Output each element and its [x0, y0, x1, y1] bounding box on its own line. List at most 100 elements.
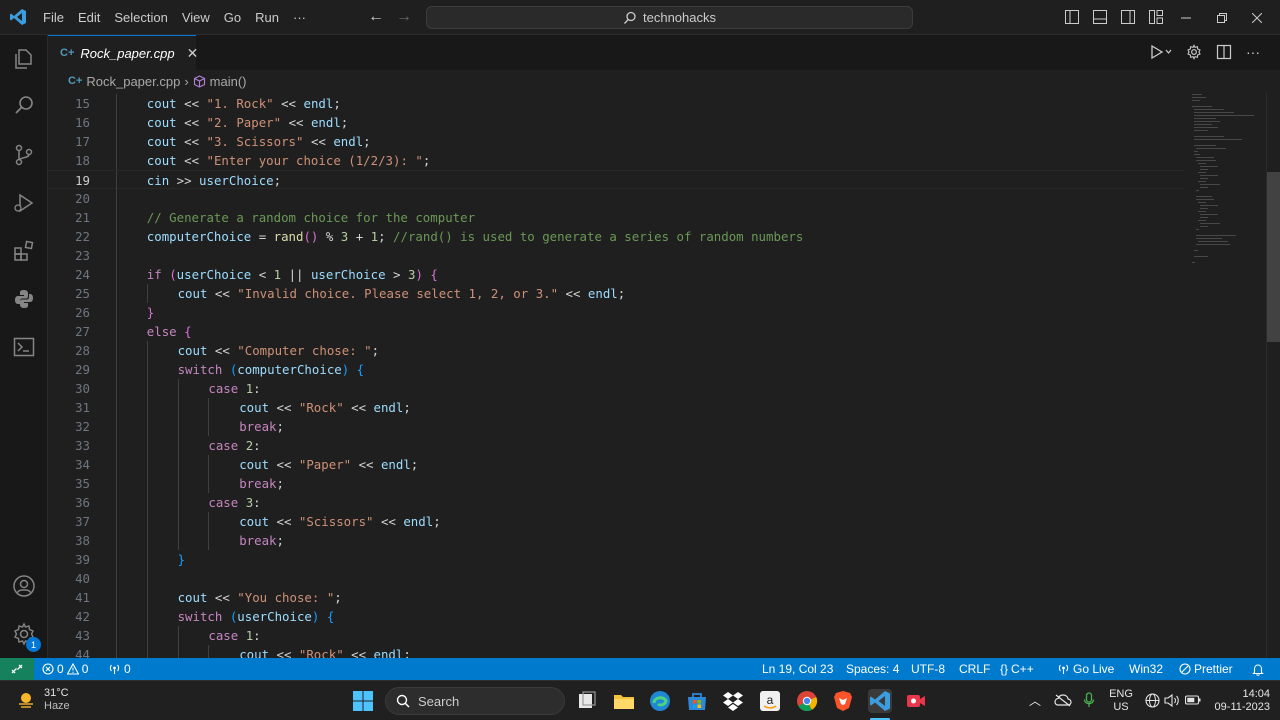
minimap[interactable]	[1188, 92, 1264, 658]
more-actions-icon[interactable]: ···	[1246, 44, 1260, 60]
file-explorer-icon[interactable]	[612, 689, 636, 713]
ports-indicator[interactable]: 0	[108, 658, 131, 680]
code-token: "You chose: "	[237, 590, 335, 605]
go-live-label: Go Live	[1073, 662, 1115, 676]
code-line[interactable]: 19 cin >> userChoice;	[48, 170, 1184, 190]
go-live-button[interactable]: Go Live	[1057, 658, 1114, 680]
extensions-icon[interactable]	[12, 239, 36, 263]
prettier-status[interactable]: Prettier	[1179, 658, 1233, 680]
code-line[interactable]: 38 break;	[48, 531, 1184, 550]
code-line[interactable]: 41 cout << "You chose: ";	[48, 588, 1184, 607]
explorer-icon[interactable]	[12, 47, 36, 71]
breadcrumb-file[interactable]: Rock_paper.cpp	[86, 74, 180, 89]
network-globe-icon[interactable]	[1145, 693, 1160, 708]
code-line[interactable]: 37 cout << "Scissors" << endl;	[48, 512, 1184, 531]
platform-indicator[interactable]: Win32	[1129, 658, 1163, 680]
clock[interactable]: 14:04 09-11-2023	[1208, 688, 1270, 714]
close-window-button[interactable]	[1234, 0, 1280, 35]
code-line[interactable]: 28 cout << "Computer chose: ";	[48, 341, 1184, 360]
input-language[interactable]: ENG US	[1108, 688, 1134, 714]
code-line[interactable]: 25 cout << "Invalid choice. Please select…	[48, 284, 1184, 303]
dropbox-icon[interactable]	[721, 689, 745, 713]
command-center-search[interactable]: technohacks	[426, 6, 913, 29]
code-line[interactable]: 32 break;	[48, 417, 1184, 436]
code-line[interactable]: 23	[48, 246, 1184, 265]
toggle-panel-icon[interactable]	[1092, 9, 1108, 25]
code-line[interactable]: 22 computerChoice = rand() % 3 + 1; //ran…	[48, 227, 1184, 246]
battery-icon[interactable]	[1185, 694, 1201, 706]
code-line[interactable]: 15 cout << "1. Rock" << endl;	[48, 94, 1184, 113]
chevron-up-icon[interactable]: ︿	[1029, 692, 1041, 709]
menu-more[interactable]: ···	[286, 0, 313, 35]
back-arrow-icon[interactable]: ←	[368, 8, 384, 26]
code-line[interactable]: 27 else {	[48, 322, 1184, 341]
customize-layout-icon[interactable]	[1148, 9, 1164, 25]
taskbar-search[interactable]: Search	[385, 687, 565, 715]
remote-indicator-button[interactable]	[0, 658, 34, 680]
terminal-panel-icon[interactable]	[12, 335, 36, 359]
menu-selection[interactable]: Selection	[107, 0, 174, 35]
toggle-primary-sidebar-icon[interactable]	[1064, 9, 1080, 25]
close-tab-icon[interactable]: ✕	[187, 45, 199, 62]
chrome-browser-icon[interactable]	[795, 689, 819, 713]
toggle-secondary-sidebar-icon[interactable]	[1120, 9, 1136, 25]
settings-gear-icon[interactable]	[1186, 44, 1202, 60]
volume-icon[interactable]	[1164, 693, 1180, 708]
code-line[interactable]: 20	[48, 189, 1184, 208]
weather-widget[interactable]: 31°C Haze	[16, 687, 70, 713]
vertical-scrollbar-thumb[interactable]	[1267, 172, 1280, 342]
python-icon[interactable]	[12, 287, 36, 311]
microphone-icon[interactable]	[1083, 692, 1095, 708]
code-line[interactable]: 39}	[48, 550, 1184, 569]
windows-start-icon[interactable]	[351, 689, 375, 713]
screen-recorder-icon[interactable]	[904, 689, 928, 713]
code-line[interactable]: 30 case 1:	[48, 379, 1184, 398]
menu-edit[interactable]: Edit	[71, 0, 107, 35]
code-line[interactable]: 17 cout << "3. Scissors" << endl;	[48, 132, 1184, 151]
code-line[interactable]: 18 cout << "Enter your choice (1/2/3): ";	[48, 151, 1184, 170]
forward-arrow-icon[interactable]: →	[396, 8, 412, 26]
code-line[interactable]: 35 break;	[48, 474, 1184, 493]
breadcrumb-symbol[interactable]: main()	[210, 74, 247, 89]
encoding-setting[interactable]: UTF-8	[911, 658, 945, 680]
notifications-bell-icon[interactable]	[1252, 658, 1264, 680]
indentation-setting[interactable]: Spaces: 4	[846, 658, 899, 680]
tab-rock-paper-cpp[interactable]: C+ Rock_paper.cpp ✕	[48, 35, 199, 70]
code-line[interactable]: 34 cout << "Paper" << endl;	[48, 455, 1184, 474]
brave-browser-icon[interactable]	[831, 689, 855, 713]
split-editor-icon[interactable]	[1216, 44, 1232, 60]
amazon-icon[interactable]: a	[758, 689, 782, 713]
run-and-debug-icon[interactable]	[12, 191, 36, 215]
code-line[interactable]: 21 // Generate a random choice for the co…	[48, 208, 1184, 227]
code-line[interactable]: 24 if (userChoice < 1 || userChoice > 3) …	[48, 265, 1184, 284]
onedrive-icon[interactable]	[1054, 693, 1072, 707]
code-line[interactable]: 26}	[48, 303, 1184, 322]
language-mode[interactable]: {} C++	[1000, 658, 1034, 680]
accounts-icon[interactable]	[12, 574, 36, 598]
menu-run[interactable]: Run	[248, 0, 286, 35]
code-line[interactable]: 42 switch (userChoice) {	[48, 607, 1184, 626]
problems-indicator[interactable]: 0 0	[42, 658, 88, 680]
search-view-icon[interactable]	[12, 94, 36, 118]
code-line[interactable]: 29 switch (computerChoice) {	[48, 360, 1184, 379]
code-line[interactable]: 44 cout << "Rock" << endl;	[48, 645, 1184, 658]
code-editor[interactable]: 15 cout << "1. Rock" << endl; 16 cout << "2…	[48, 92, 1280, 658]
microsoft-store-icon[interactable]	[685, 689, 709, 713]
menu-view[interactable]: View	[175, 0, 217, 35]
code-line[interactable]: 40	[48, 569, 1184, 588]
source-control-icon[interactable]	[12, 143, 36, 167]
task-view-icon[interactable]	[575, 689, 599, 713]
code-line[interactable]: 43 case 1:	[48, 626, 1184, 645]
run-code-icon[interactable]	[1150, 44, 1172, 60]
code-line[interactable]: 16 cout << "2. Paper" << endl;	[48, 113, 1184, 132]
menu-go[interactable]: Go	[217, 0, 248, 35]
menu-file[interactable]: File	[36, 0, 71, 35]
cursor-position[interactable]: Ln 19, Col 23	[762, 658, 833, 680]
code-line[interactable]: 33 case 2:	[48, 436, 1184, 455]
eol-setting[interactable]: CRLF	[959, 658, 990, 680]
vscode-taskbar-icon[interactable]	[868, 689, 892, 713]
code-line[interactable]: 31 cout << "Rock" << endl;	[48, 398, 1184, 417]
edge-browser-icon[interactable]	[648, 689, 672, 713]
indent-guide	[177, 645, 179, 658]
code-line[interactable]: 36 case 3:	[48, 493, 1184, 512]
